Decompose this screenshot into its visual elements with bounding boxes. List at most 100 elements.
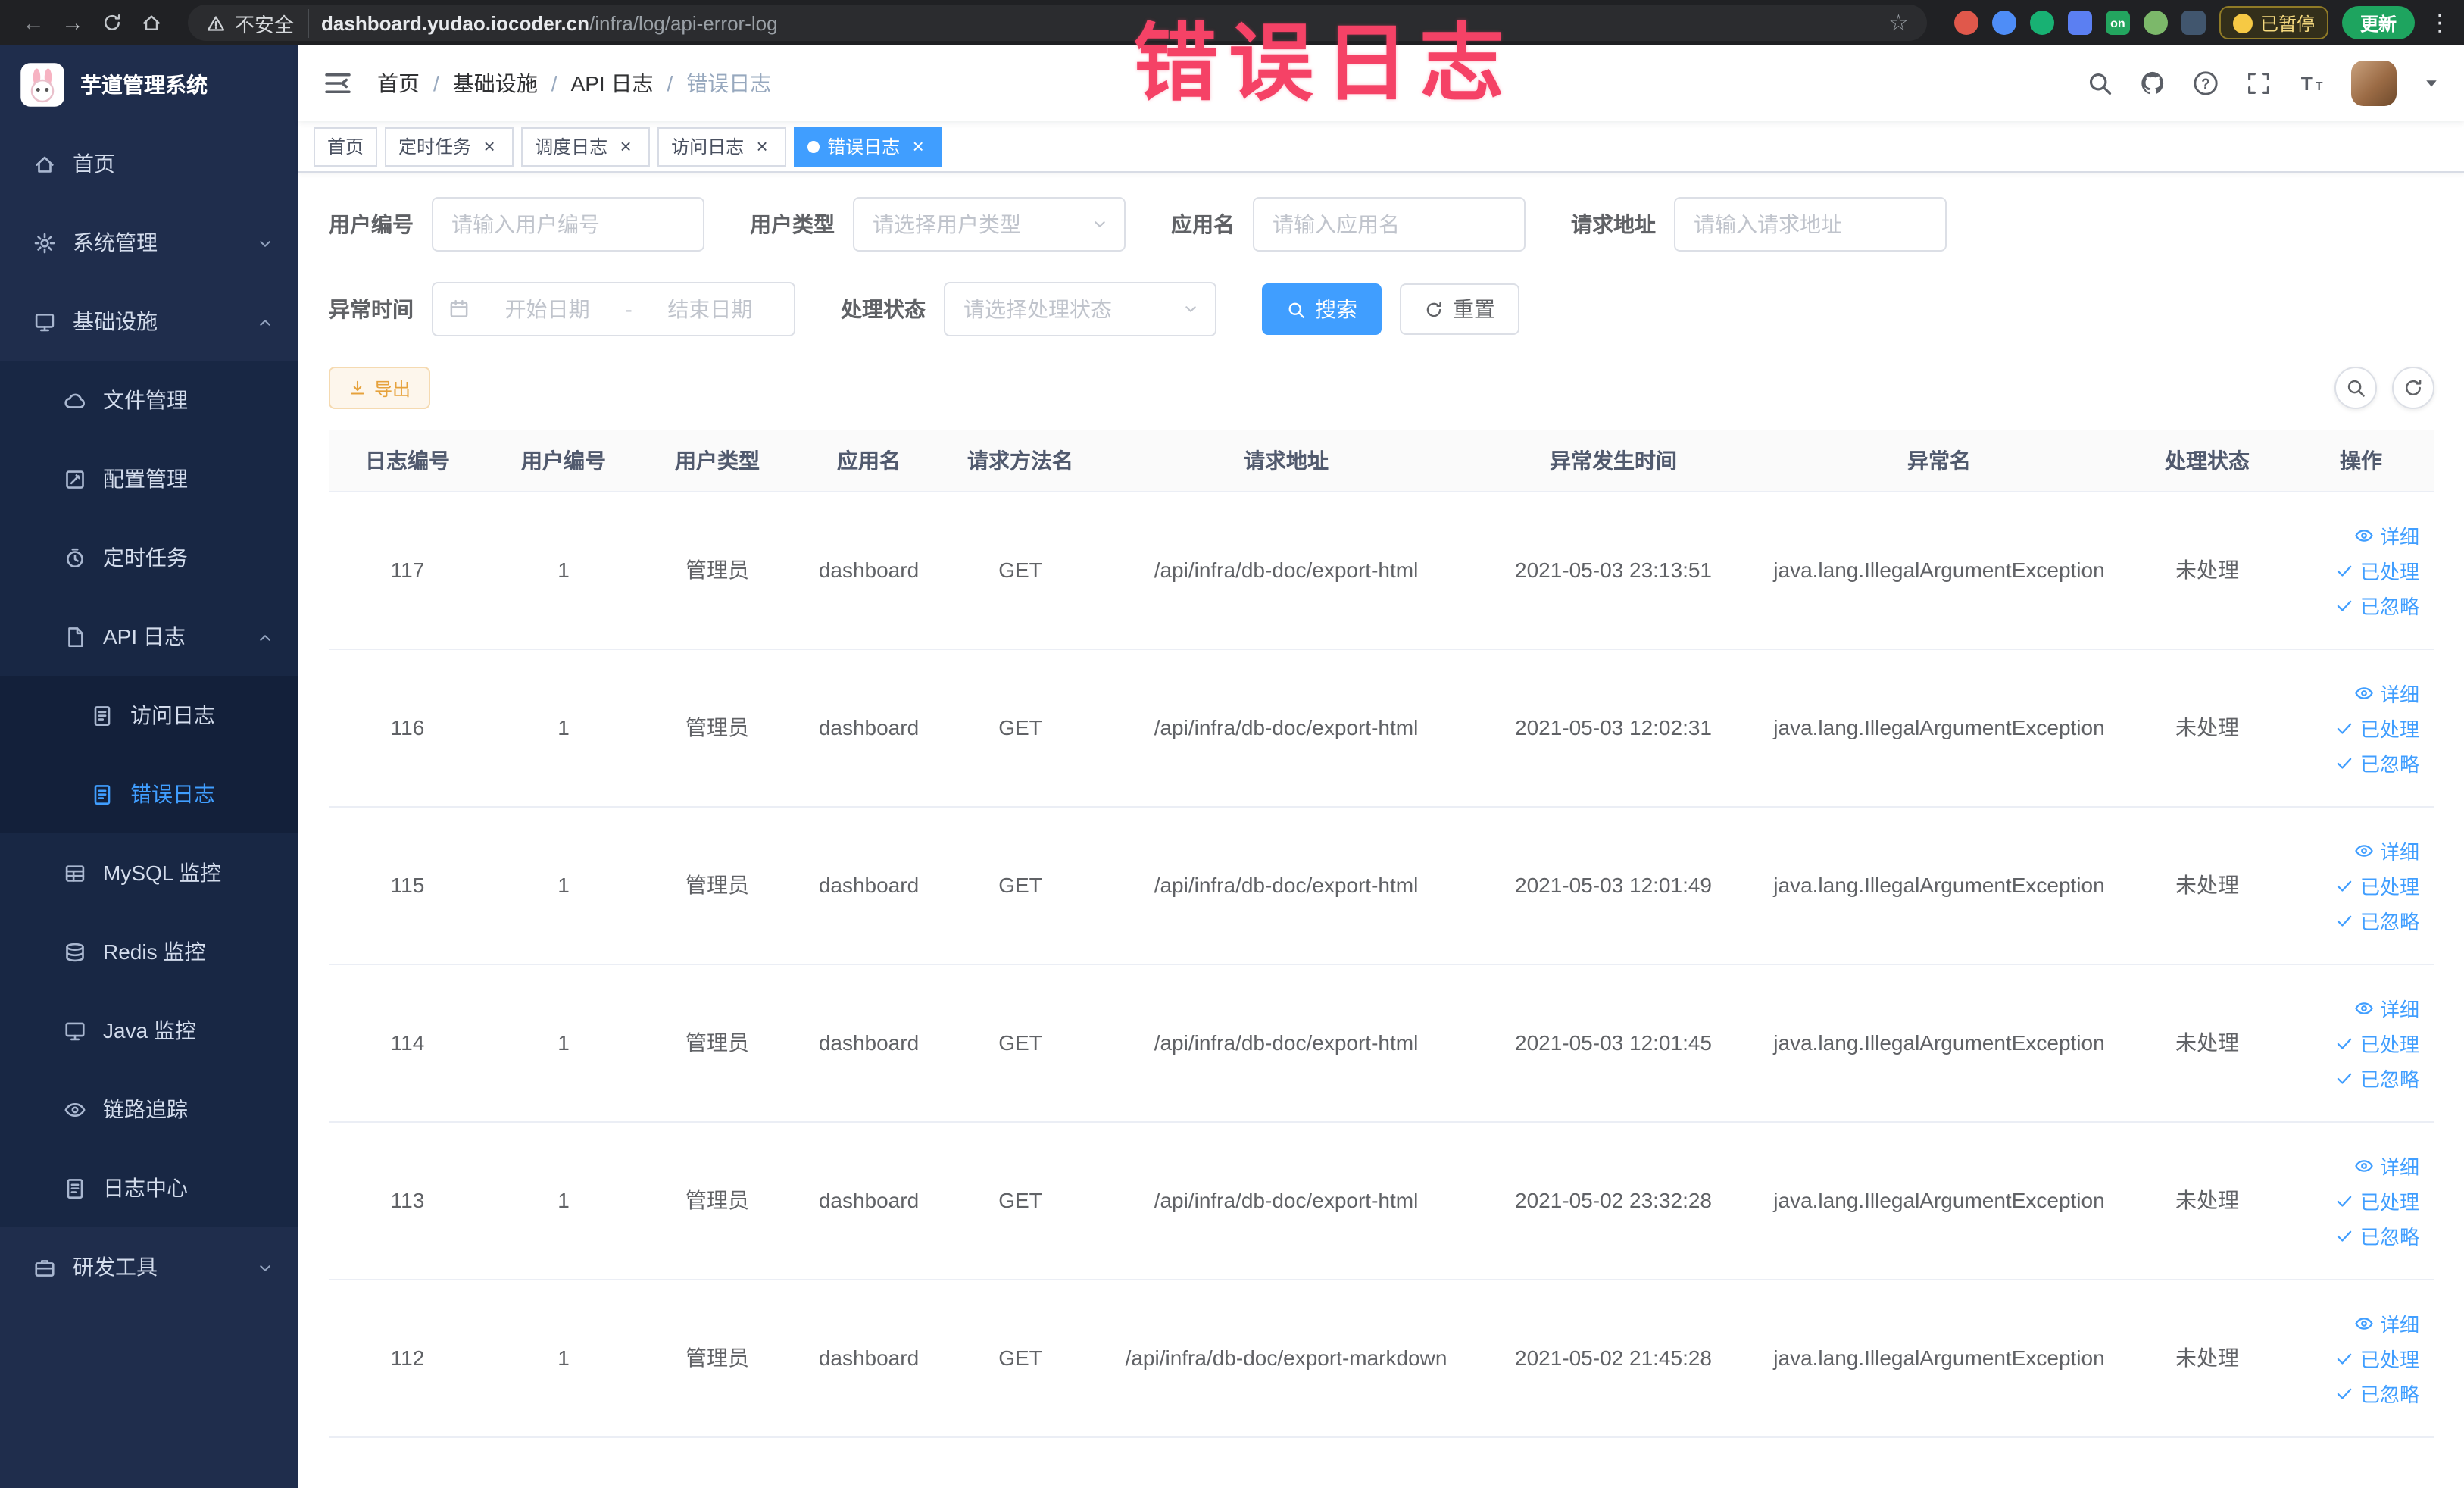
- column-header-url: 请求地址: [1097, 430, 1476, 492]
- processed-link[interactable]: 已处理: [2334, 871, 2419, 899]
- sidebar-item-config[interactable]: 配置管理: [0, 439, 298, 518]
- chevron-down-icon: [256, 1258, 274, 1276]
- search-icon[interactable]: [2086, 70, 2113, 97]
- detail-link[interactable]: 详细: [2354, 1308, 2419, 1337]
- processed-link[interactable]: 已处理: [2334, 1343, 2419, 1372]
- sidebar-item-home[interactable]: 首页: [0, 124, 298, 203]
- ignored-link[interactable]: 已忽略: [2334, 905, 2419, 934]
- browser-extensions-area: on 已暂停 更新 ⋮: [1945, 6, 2451, 39]
- paused-badge[interactable]: 已暂停: [2219, 6, 2328, 39]
- error-log-table: 日志编号 用户编号 用户类型 应用名 请求方法名 请求地址 异常发生时间 异常名 处理状态 操作 …: [329, 430, 2434, 1437]
- extension-icon-red[interactable]: [1953, 11, 1978, 35]
- sidebar-item-error-log[interactable]: 错误日志: [0, 755, 298, 833]
- toggle-search-button[interactable]: [2334, 367, 2377, 409]
- processed-link[interactable]: 已处理: [2334, 713, 2419, 742]
- user-id-input[interactable]: [432, 197, 704, 252]
- cell-method: GET: [944, 806, 1097, 964]
- caret-down-icon[interactable]: [2422, 74, 2441, 92]
- sidebar-item-api-log[interactable]: API 日志: [0, 597, 298, 676]
- sidebar-item-log-center[interactable]: 日志中心: [0, 1149, 298, 1227]
- ignored-link[interactable]: 已忽略: [2334, 1221, 2419, 1249]
- ignored-link[interactable]: 已忽略: [2334, 748, 2419, 777]
- sidebar-item-java[interactable]: Java 监控: [0, 991, 298, 1070]
- tag-item[interactable]: 错误日志 ×: [794, 127, 943, 166]
- tag-close-icon[interactable]: ×: [907, 136, 929, 157]
- sidebar-item-access-log[interactable]: 访问日志: [0, 676, 298, 755]
- app-name-input[interactable]: [1253, 197, 1526, 252]
- tag-close-icon[interactable]: ×: [479, 136, 500, 157]
- sidebar-item-system[interactable]: 系统管理: [0, 203, 298, 282]
- browser-home-button[interactable]: [133, 5, 170, 41]
- breadcrumb-item[interactable]: API 日志: [571, 68, 654, 98]
- app-logo[interactable]: 芋道管理系统: [0, 45, 298, 124]
- ignored-link[interactable]: 已忽略: [2334, 1378, 2419, 1407]
- security-chip[interactable]: 不安全: [206, 8, 310, 37]
- ignored-link[interactable]: 已忽略: [2334, 1063, 2419, 1092]
- download-icon: [348, 379, 367, 397]
- request-url-label: 请求地址: [1571, 212, 1656, 236]
- extension-icon-grid[interactable]: [2067, 11, 2092, 35]
- sidebar-item-redis[interactable]: Redis 监控: [0, 912, 298, 991]
- ignored-link[interactable]: 已忽略: [2334, 590, 2419, 619]
- extension-icon-on-badge[interactable]: on: [2105, 11, 2130, 35]
- user-type-label: 用户类型: [750, 212, 835, 236]
- browser-reload-button[interactable]: [94, 5, 130, 41]
- github-icon[interactable]: [2139, 70, 2166, 97]
- column-header-time: 异常发生时间: [1476, 430, 1751, 492]
- row-action-label: 已忽略: [2359, 910, 2419, 933]
- export-button[interactable]: 导出: [329, 367, 431, 409]
- tag-item[interactable]: 调度日志 ×: [521, 127, 651, 166]
- tag-item[interactable]: 首页: [314, 127, 378, 166]
- tag-item[interactable]: 访问日志 ×: [657, 127, 787, 166]
- tag-item[interactable]: 定时任务 ×: [385, 127, 514, 166]
- detail-link[interactable]: 详细: [2354, 993, 2419, 1022]
- help-icon[interactable]: ?: [2192, 70, 2219, 97]
- browser-back-button[interactable]: ←: [15, 5, 52, 41]
- exception-time-range-picker[interactable]: 开始日期 - 结束日期: [432, 282, 795, 336]
- sidebar-item-mysql[interactable]: MySQL 监控: [0, 833, 298, 912]
- detail-link[interactable]: 详细: [2354, 678, 2419, 707]
- refresh-button[interactable]: [2392, 367, 2434, 409]
- tag-close-icon[interactable]: ×: [615, 136, 636, 157]
- request-url-input[interactable]: [1674, 197, 1947, 252]
- tag-close-icon[interactable]: ×: [751, 136, 773, 157]
- user-type-select[interactable]: 请选择用户类型: [853, 197, 1126, 252]
- calendar-icon: [448, 299, 470, 320]
- extension-icon-tree[interactable]: [2181, 11, 2206, 35]
- browser-menu-icon[interactable]: ⋮: [2428, 9, 2451, 36]
- sidebar-item-file[interactable]: 文件管理: [0, 361, 298, 439]
- table-row: 115 1 管理员 dashboard GET/api/infra/db-doc/exp…: [329, 806, 2434, 964]
- sidebar-item-infra[interactable]: 基础设施: [0, 282, 298, 361]
- browser-window: ← → 不安全 dashboard.yudao.iocoder.cn/infra…: [0, 0, 2464, 1488]
- breadcrumb-item[interactable]: 首页: [377, 68, 420, 98]
- processed-link[interactable]: 已处理: [2334, 1186, 2419, 1214]
- cell-user_type: 管理员: [641, 491, 794, 649]
- breadcrumb-item[interactable]: 基础设施: [453, 68, 538, 98]
- bookmark-star-icon[interactable]: ☆: [1888, 9, 1909, 36]
- paused-badge-label: 已暂停: [2259, 13, 2315, 34]
- search-button[interactable]: 搜索: [1262, 283, 1382, 335]
- browser-forward-button[interactable]: →: [55, 5, 91, 41]
- sidebar-item-trace[interactable]: 链路追踪: [0, 1070, 298, 1149]
- sidebar-item-dev-tools[interactable]: 研发工具: [0, 1227, 298, 1306]
- processed-link[interactable]: 已处理: [2334, 1028, 2419, 1057]
- reset-button[interactable]: 重置: [1400, 283, 1519, 335]
- fullscreen-icon[interactable]: [2245, 70, 2272, 97]
- hamburger-icon[interactable]: [323, 68, 353, 98]
- process-status-placeholder: 请选择处理状态: [963, 297, 1112, 321]
- process-status-select[interactable]: 请选择处理状态: [944, 282, 1216, 336]
- detail-link[interactable]: 详细: [2354, 836, 2419, 864]
- extension-icon-blue[interactable]: [1991, 11, 2016, 35]
- cell-time: 2021-05-03 12:01:49: [1476, 806, 1751, 964]
- detail-link[interactable]: 详细: [2354, 1151, 2419, 1180]
- row-action-label: 详细: [2379, 998, 2419, 1021]
- extension-icon-green[interactable]: [2029, 11, 2054, 35]
- extension-icon-leaf[interactable]: [2143, 11, 2168, 35]
- browser-update-button[interactable]: 更新: [2341, 6, 2415, 39]
- avatar[interactable]: [2351, 61, 2397, 106]
- font-size-icon[interactable]: TT: [2298, 70, 2325, 97]
- processed-link[interactable]: 已处理: [2334, 555, 2419, 584]
- detail-link[interactable]: 详细: [2354, 520, 2419, 549]
- address-bar[interactable]: 不安全 dashboard.yudao.iocoder.cn/infra/log…: [188, 5, 1927, 41]
- sidebar-item-job[interactable]: 定时任务: [0, 518, 298, 597]
